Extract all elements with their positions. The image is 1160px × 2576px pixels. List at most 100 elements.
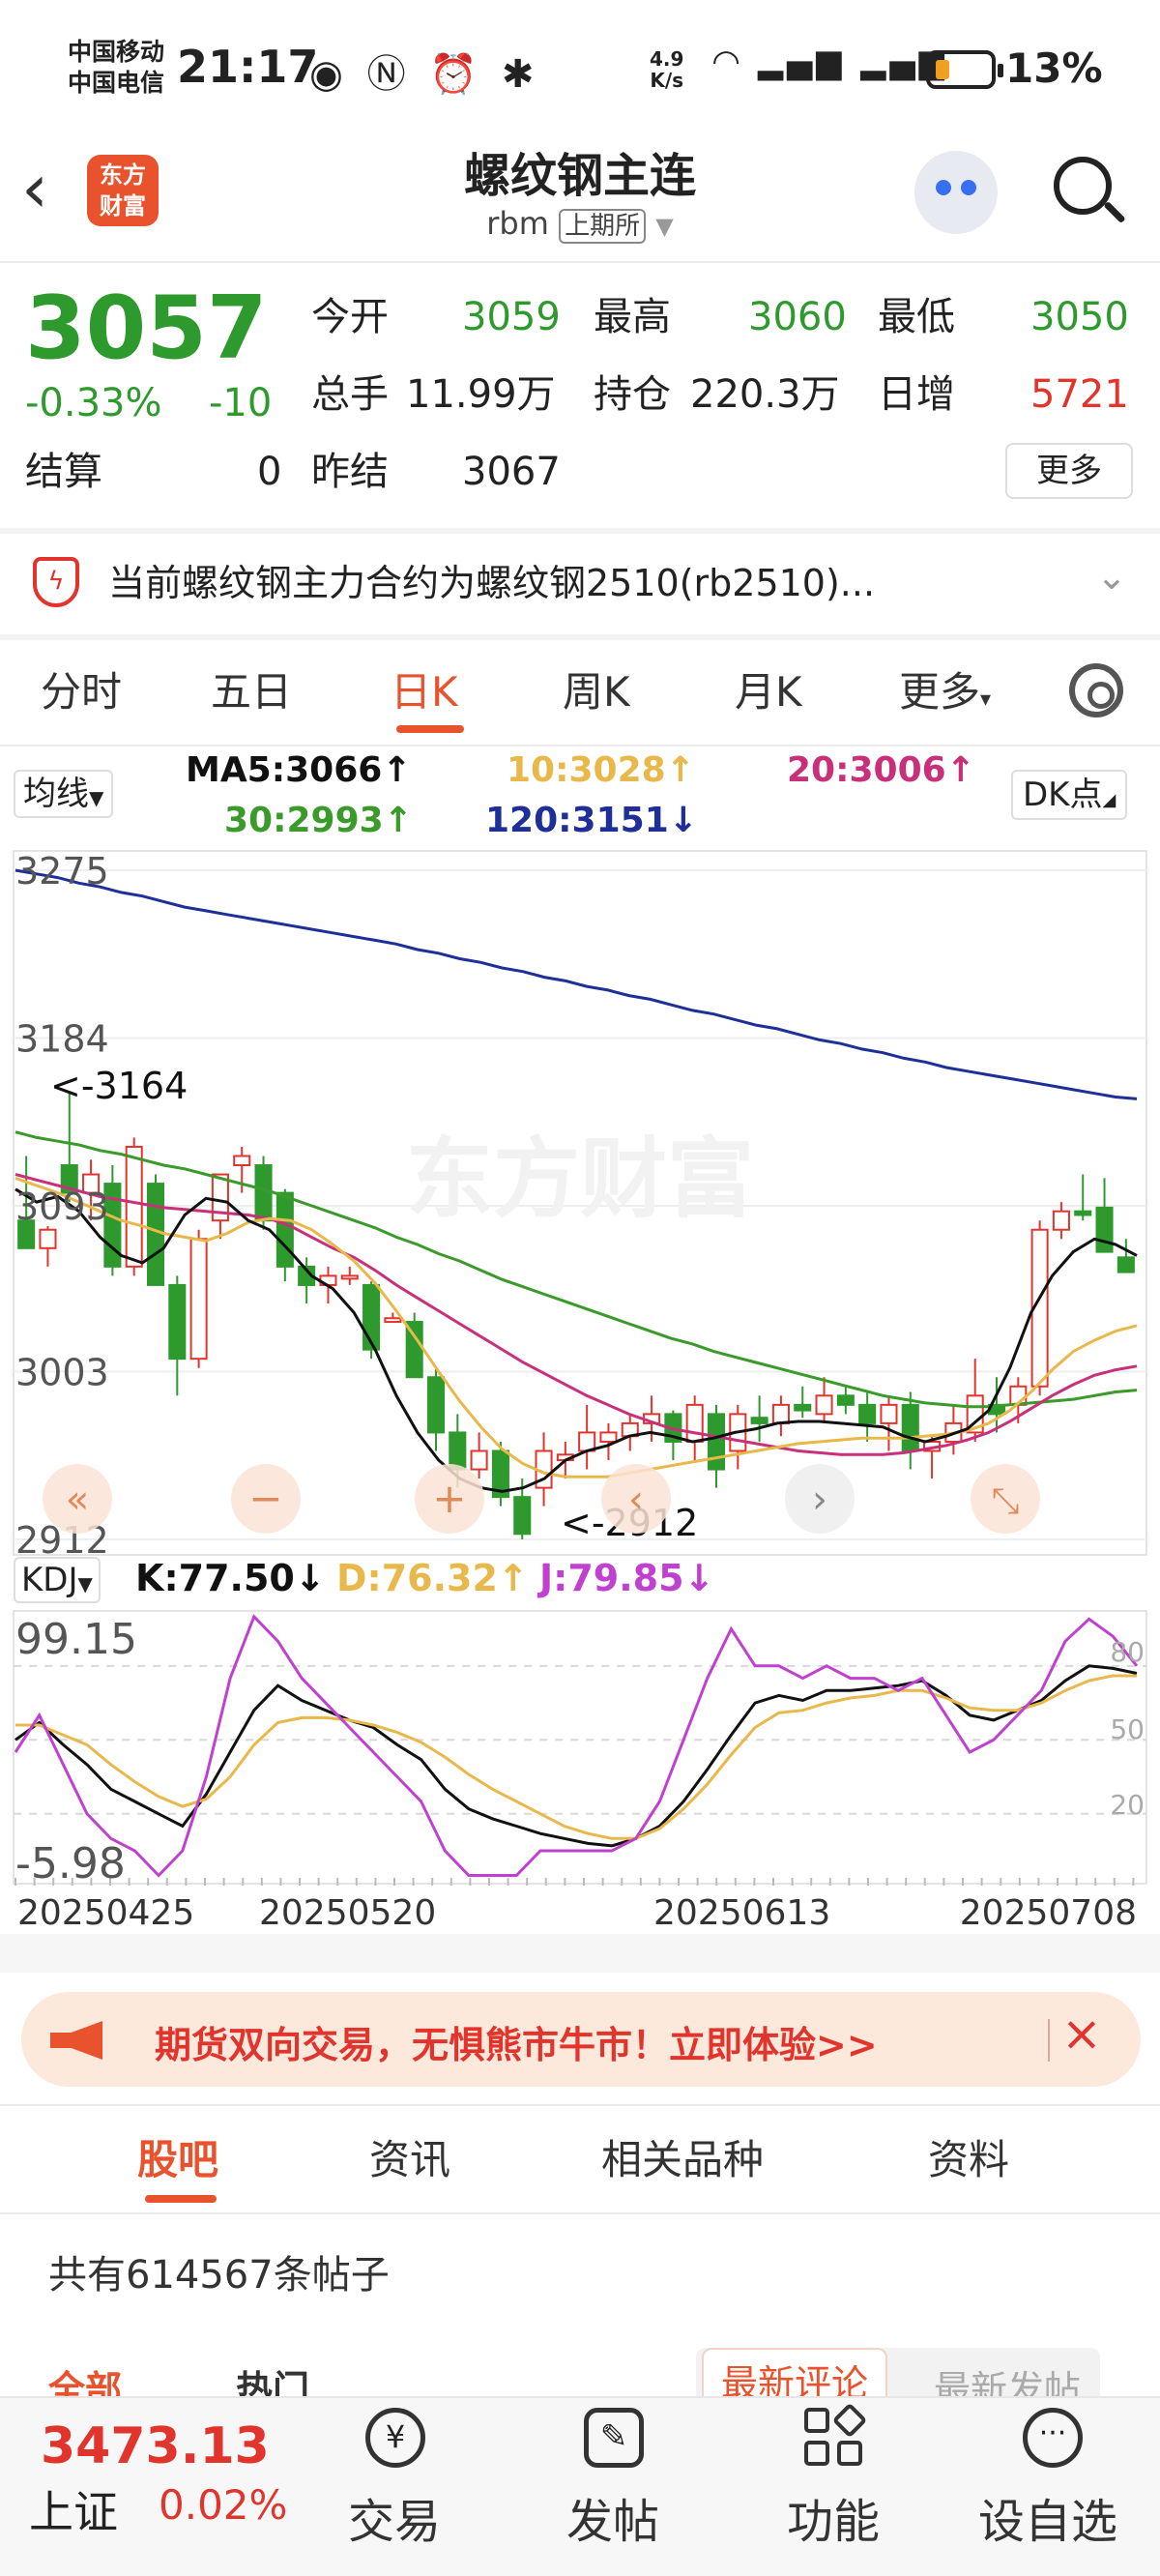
zoom-in-button[interactable]: + [415, 1464, 484, 1534]
nav-add-watchlist[interactable]: 设自选 [978, 2483, 1117, 2551]
chevron-down-icon[interactable]: ⌄ [1096, 555, 1127, 598]
divider [0, 634, 1160, 640]
index-name[interactable]: 上证 [29, 2477, 118, 2541]
corner-icon: ◢ [1102, 790, 1116, 810]
posts-count: 共有614567条帖子 [48, 2253, 390, 2298]
nav-post[interactable]: 发帖 [566, 2483, 659, 2551]
battery-percent: 13% [1005, 44, 1103, 92]
price-tick: 3184 [15, 1017, 109, 1060]
assistant-robot-icon[interactable] [914, 151, 998, 234]
gear-icon[interactable] [1069, 663, 1123, 717]
price-axis-labels: 32753184309330032912 [15, 850, 109, 1557]
svg-text:⤡: ⤡ [992, 1481, 1020, 1521]
change-percent: -0.33% [25, 381, 162, 425]
step-right-button[interactable]: › [785, 1464, 855, 1534]
signal-icons: ◠ ▂▄▆ ▂▄▆ [713, 43, 948, 81]
tab-intraday[interactable]: 分时 [41, 659, 122, 718]
candle-body [1074, 1210, 1092, 1216]
candle-body [39, 1228, 57, 1249]
nav-trade[interactable]: 交易 [348, 2483, 441, 2551]
candlestick-chart[interactable]: 东方财富 32753184309330032912 <-3164 <-2912 … [0, 841, 1160, 1557]
back-icon[interactable]: ‹ [21, 155, 48, 222]
candle-body [685, 1403, 704, 1443]
battery-icon [926, 50, 1003, 89]
svg-text:+: + [432, 1475, 466, 1522]
tab-monthly-k[interactable]: 月K [735, 659, 802, 718]
tab-guba[interactable]: 股吧 [137, 2127, 218, 2186]
divider [0, 745, 1160, 746]
kdj-select[interactable]: KDJ▼ [14, 1557, 101, 1603]
nfc-icon: Ⓝ [366, 52, 412, 97]
tab-related[interactable]: 相关品种 [601, 2127, 764, 2186]
date-tick-4: 20250708 [960, 1893, 1137, 1933]
dropdown-icon: ▼ [655, 213, 674, 240]
candle-body [1095, 1206, 1114, 1253]
index-value[interactable]: 3473.13 [41, 2417, 270, 2475]
candle-body [836, 1394, 855, 1406]
carrier-1: 中国移动 [68, 38, 165, 66]
candle-body [771, 1403, 790, 1424]
dk-point-label: DK点 [1023, 776, 1103, 814]
tab-daily-k[interactable]: 日K [391, 659, 458, 718]
price-tick: 3093 [15, 1186, 109, 1228]
carrier-label: 中国移动 中国电信 [68, 37, 164, 99]
candle-body [340, 1274, 359, 1280]
contract-code[interactable]: rbm 上期所 ▼ [387, 205, 773, 244]
kdj-j-legend: J:79.85↓ [539, 1557, 715, 1599]
edit-icon[interactable]: ✎ [584, 2408, 644, 2468]
index-change[interactable]: 0.02% [159, 2481, 287, 2529]
more-dots-icon[interactable]: ··· [1023, 2408, 1083, 2468]
candle-body [426, 1376, 446, 1434]
fullscreen-button[interactable]: ⤡ [971, 1464, 1040, 1534]
candle-body [858, 1403, 877, 1424]
ref-line-20-label: 20 [1110, 1789, 1145, 1821]
oi-label: 持仓 [594, 372, 671, 417]
candle-body [1052, 1210, 1070, 1231]
candle-body [750, 1417, 768, 1424]
zoom-out-button[interactable]: − [231, 1464, 301, 1534]
candle-body [794, 1403, 812, 1412]
ma5-legend: MA5:3066↑ [186, 750, 412, 790]
more-quote-button[interactable]: 更多 [1005, 443, 1133, 499]
dk-point-button[interactable]: DK点◢ [1011, 770, 1128, 820]
tab-news[interactable]: 资讯 [369, 2127, 450, 2186]
nav-functions[interactable]: 功能 [787, 2483, 880, 2551]
ref-line-80-label: 80 [1110, 1636, 1145, 1668]
daily-inc-label: 日增 [878, 372, 955, 417]
candle-body [599, 1431, 618, 1443]
tab-weekly-k[interactable]: 周K [563, 659, 630, 718]
search-icon[interactable] [1054, 157, 1112, 215]
tab-info[interactable]: 资料 [928, 2127, 1009, 2186]
ma30-legend: 30:2993↑ [224, 801, 413, 840]
settle-value: 0 [257, 450, 282, 494]
logo-text-1: 东方 [100, 161, 146, 189]
candle-body [449, 1431, 467, 1471]
caret-down-icon: ▼ [77, 1572, 93, 1595]
date-tick-2: 20250520 [259, 1893, 436, 1933]
indicator-select[interactable]: 均线▼ [14, 770, 114, 818]
kdj-chart[interactable]: 99.15 -5.98 80 50 20 20250425 20250520 2… [0, 1605, 1160, 1973]
low-label: 最低 [878, 295, 955, 339]
grid-icon[interactable] [804, 2402, 868, 2468]
high-value: 3060 [748, 295, 847, 339]
open-label: 今开 [311, 295, 389, 339]
candle-body [513, 1496, 532, 1536]
promo-text[interactable]: 期货双向交易，无惧熊市牛市！立即体验>> [155, 2015, 878, 2068]
step-left-button[interactable]: ‹ [601, 1464, 671, 1534]
status-bar: 中国移动 中国电信 21:17 ◉ Ⓝ ⏰ ✱ 4.9 K/s ◠ ▂▄▆ ▂▄… [0, 0, 1160, 145]
code-text: rbm [486, 205, 549, 242]
last-price: 3057 [25, 278, 268, 379]
tab-five-day[interactable]: 五日 [211, 659, 292, 718]
tab-more[interactable]: 更多▾ [899, 659, 991, 718]
yen-exchange-icon[interactable]: ¥ [365, 2408, 425, 2468]
scroll-left-button[interactable]: « [43, 1464, 112, 1534]
ref-line-50-label: 50 [1110, 1713, 1145, 1745]
app-logo[interactable]: 东方 财富 [87, 155, 159, 226]
active-tab-indicator [396, 725, 464, 733]
divider [0, 2212, 1160, 2214]
promo-divider [1048, 2019, 1050, 2062]
net-speed-unit: K/s [650, 69, 684, 92]
active-bottom-tab-indicator [145, 2195, 217, 2203]
close-icon[interactable]: × [1061, 2005, 1102, 2062]
kdj-d-legend: D:76.32↑ [336, 1557, 529, 1599]
